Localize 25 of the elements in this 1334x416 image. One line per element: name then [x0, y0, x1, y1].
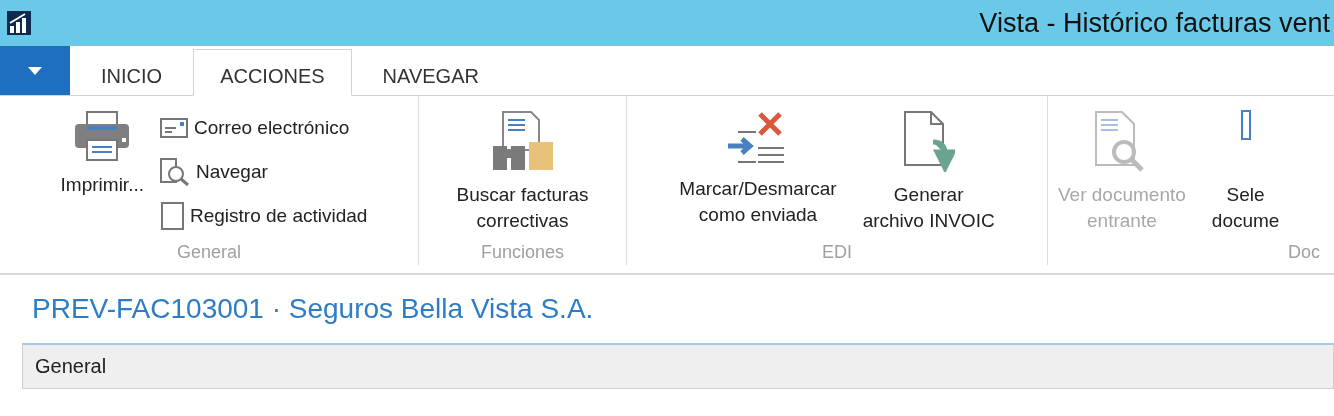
group-label: Funciones — [480, 242, 565, 264]
ribbon-button[interactable]: Marcar/Desmarcar como enviada — [669, 108, 847, 242]
magnifier-document-icon — [159, 158, 190, 186]
window-title: Vista - Histórico facturas vent — [979, 7, 1331, 39]
ribbon-button[interactable]: Imprimir... — [50, 108, 154, 242]
group-label: General — [176, 242, 241, 264]
ribbon-tab[interactable]: NAVEGAR — [355, 49, 506, 96]
caret-icon — [28, 66, 42, 75]
menu-button[interactable] — [0, 46, 70, 95]
ribbon-button[interactable]: Sele docume — [1201, 108, 1290, 242]
document-download-icon — [902, 110, 955, 172]
group-label: Doc — [1287, 242, 1320, 264]
printer-icon — [73, 110, 132, 162]
ribbon-tab[interactable]: INICIO — [74, 49, 190, 96]
bar-chart-icon — [7, 11, 31, 35]
ribbon-button[interactable]: Correo electrónico — [159, 108, 368, 148]
ribbon-button[interactable]: Registro de actividad — [159, 196, 368, 236]
group-label: EDI — [822, 242, 852, 264]
ribbon-button[interactable]: Navegar — [159, 152, 368, 192]
page-title: PREV-FAC103001 · Seguros Bella Vista S.A. — [32, 293, 595, 325]
section-header[interactable]: General — [22, 343, 1334, 389]
ribbon-tab[interactable]: ACCIONES — [193, 49, 352, 96]
ribbon-button[interactable]: Generar archivo INVOIC — [852, 108, 1005, 242]
envelope-icon — [159, 118, 188, 138]
ribbon-button[interactable]: Buscar facturas correctivas — [446, 108, 599, 242]
